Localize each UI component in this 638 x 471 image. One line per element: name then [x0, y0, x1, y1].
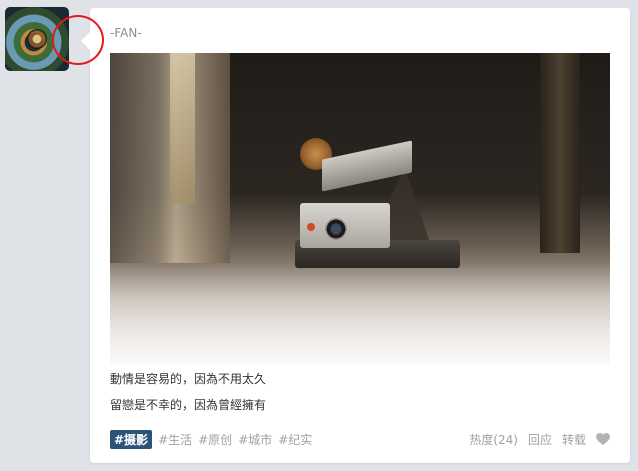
tag-original[interactable]: #原创 — [198, 431, 232, 448]
reply-link[interactable]: 回应 — [528, 431, 552, 448]
tag-life[interactable]: #生活 — [158, 431, 192, 448]
heat-count-link[interactable]: 热度(24) — [469, 431, 518, 448]
avatar-lens-graphic — [27, 29, 47, 49]
caption-line-2: 留戀是不幸的，因為曾經擁有 — [110, 398, 267, 412]
post-author[interactable]: -FAN- — [110, 26, 142, 40]
photo-floor-glow — [110, 263, 610, 365]
tag-photography[interactable]: #摄影 — [110, 429, 153, 449]
camera-lens — [325, 218, 347, 240]
repost-link[interactable]: 转载 — [562, 431, 586, 448]
photo-wooden-post — [540, 53, 580, 253]
post-footer: #摄影 #生活 #原创 #城市 #纪实 热度(24) 回应 转载 — [110, 429, 610, 449]
annotation-circle — [52, 15, 104, 65]
camera-shutter-button — [307, 223, 315, 231]
photo-watermark: -Fan- — [572, 346, 600, 359]
post-photo[interactable]: -Fan- — [110, 53, 610, 365]
caption-line-1: 動情是容易的，因為不用太久 — [110, 372, 267, 386]
tag-city[interactable]: #城市 — [238, 431, 272, 448]
photo-light-beam — [170, 53, 195, 203]
heart-icon[interactable] — [596, 432, 610, 446]
tag-documentary[interactable]: #纪实 — [278, 431, 312, 448]
post-card: -FAN- -Fan- 動情是容易的，因為不用太久 留戀是不幸的，因為曾經擁有 … — [90, 8, 630, 463]
